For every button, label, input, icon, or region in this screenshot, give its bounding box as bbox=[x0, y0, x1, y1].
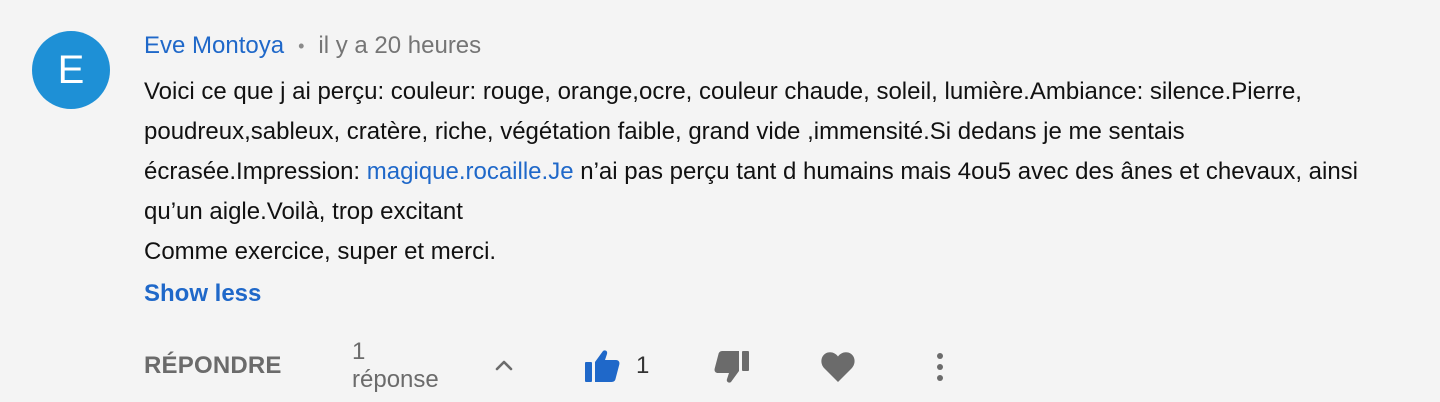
show-less-button[interactable]: Show less bbox=[144, 274, 261, 314]
avatar[interactable]: E bbox=[32, 31, 110, 109]
chevron-up-icon[interactable] bbox=[492, 354, 516, 378]
comment-header: Eve Montoya • il y a 20 heures bbox=[144, 31, 481, 61]
avatar-letter: E bbox=[57, 47, 85, 92]
comment-body: Voici ce que j ai perçu: couleur: rouge,… bbox=[144, 72, 1404, 272]
author-name[interactable]: Eve Montoya bbox=[144, 32, 284, 60]
timestamp[interactable]: il y a 20 heures bbox=[318, 32, 481, 60]
comment-paragraph-2: Comme exercice, super et merci. bbox=[144, 238, 497, 265]
replies-toggle[interactable]: 1 réponse bbox=[352, 338, 439, 393]
separator-dot: • bbox=[298, 35, 305, 56]
thumbs-up-icon[interactable] bbox=[584, 349, 620, 383]
like-count: 1 bbox=[636, 352, 650, 379]
replies-label: 1 réponse bbox=[352, 338, 439, 393]
comment-link[interactable]: magique.rocaille.Je bbox=[367, 158, 574, 185]
comment-paragraph-1: Voici ce que j ai perçu: couleur: rouge,… bbox=[144, 72, 1404, 232]
heart-icon[interactable] bbox=[820, 350, 856, 384]
thumbs-down-icon[interactable] bbox=[714, 350, 750, 384]
comment-actions: RÉPONDRE 1 réponse 1 bbox=[144, 338, 943, 393]
reply-button[interactable]: RÉPONDRE bbox=[144, 352, 282, 380]
more-vert-icon[interactable] bbox=[928, 350, 952, 384]
